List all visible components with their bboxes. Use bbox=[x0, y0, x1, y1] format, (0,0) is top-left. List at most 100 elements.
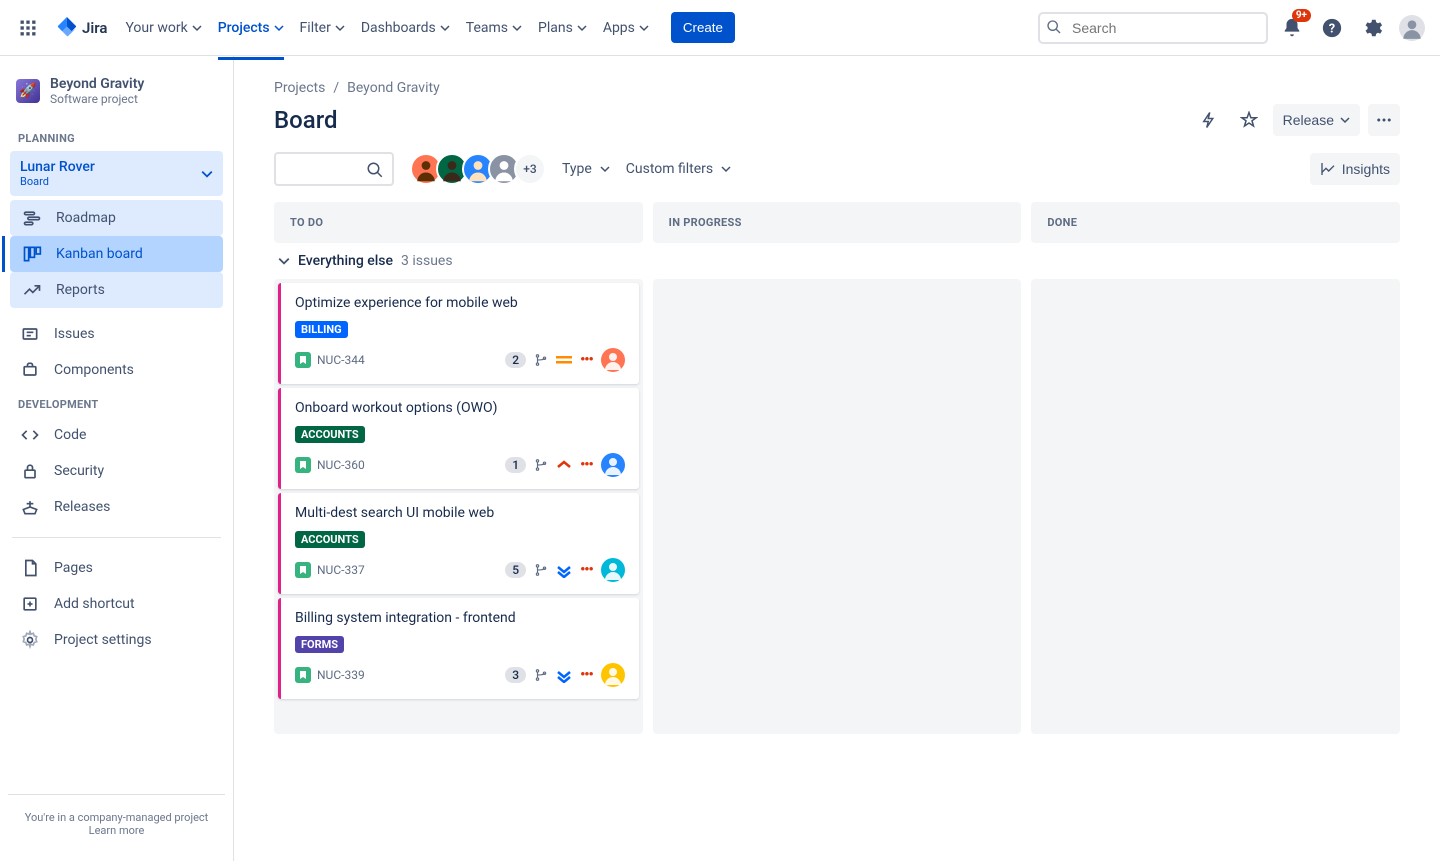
star-button[interactable] bbox=[1233, 104, 1265, 136]
nav-plans[interactable]: Plans bbox=[532, 12, 593, 44]
app-switcher[interactable] bbox=[12, 12, 44, 44]
issue-card[interactable]: Optimize experience for mobile web BILLI… bbox=[278, 283, 639, 384]
assignee-avatar bbox=[601, 663, 625, 687]
column-headers: TO DO IN PROGRESS DONE bbox=[274, 202, 1400, 243]
jira-logo[interactable]: Jira bbox=[48, 17, 115, 39]
board-body: Optimize experience for mobile web BILLI… bbox=[274, 279, 1400, 734]
sidebar-label: Pages bbox=[54, 560, 93, 576]
card-footer: NUC-360 1 ••• bbox=[295, 453, 625, 477]
board-selector[interactable]: Lunar Rover Board bbox=[10, 151, 223, 196]
card-right: 5 ••• bbox=[505, 558, 624, 582]
story-icon bbox=[295, 352, 311, 368]
sidebar: 🚀 Beyond Gravity Software project PLANNI… bbox=[0, 56, 234, 861]
learn-more-link[interactable]: Learn more bbox=[89, 824, 145, 837]
column-header-done: DONE bbox=[1031, 202, 1400, 243]
profile-button[interactable] bbox=[1396, 12, 1428, 44]
card-title: Billing system integration - frontend bbox=[295, 610, 625, 626]
sidebar-item-project-settings[interactable]: Project settings bbox=[8, 622, 225, 658]
sidebar-label: Security bbox=[54, 463, 104, 479]
help-button[interactable]: ? bbox=[1316, 12, 1348, 44]
nav-apps[interactable]: Apps bbox=[597, 12, 655, 44]
story-points: 1 bbox=[505, 457, 526, 473]
sidebar-item-pages[interactable]: Pages bbox=[8, 550, 225, 586]
sidebar-item-kanban[interactable]: Kanban board bbox=[10, 236, 223, 272]
assignee-avatar bbox=[601, 348, 625, 372]
issue-card[interactable]: Billing system integration - frontend FO… bbox=[278, 598, 639, 699]
chart-icon bbox=[1320, 161, 1336, 177]
nav-dashboards[interactable]: Dashboards bbox=[355, 12, 456, 44]
flagged-icon: ••• bbox=[580, 562, 593, 578]
story-icon bbox=[295, 562, 311, 578]
chevron-down-icon bbox=[512, 23, 522, 33]
sidebar-item-components[interactable]: Components bbox=[8, 352, 225, 388]
column-done[interactable] bbox=[1031, 279, 1400, 734]
swimlane-header[interactable]: Everything else 3 issues bbox=[274, 243, 1400, 279]
issue-card[interactable]: Multi-dest search UI mobile web ACCOUNTS… bbox=[278, 493, 639, 594]
breadcrumb-project[interactable]: Beyond Gravity bbox=[347, 80, 440, 96]
search-input[interactable] bbox=[1038, 12, 1268, 44]
jira-logo-icon bbox=[56, 17, 78, 39]
controls-row: +3 Type Custom filters Insights bbox=[274, 152, 1400, 186]
card-key: NUC-360 bbox=[295, 457, 365, 473]
sidebar-item-security[interactable]: Security bbox=[8, 453, 225, 489]
assignee-avatar bbox=[601, 558, 625, 582]
divider bbox=[12, 537, 221, 538]
nav-your-work[interactable]: Your work bbox=[119, 12, 207, 44]
sidebar-item-roadmap[interactable]: Roadmap bbox=[10, 200, 223, 236]
priority-icon bbox=[556, 562, 572, 578]
sidebar-label: Roadmap bbox=[56, 210, 116, 226]
branch-icon bbox=[534, 563, 548, 577]
more-avatars[interactable]: +3 bbox=[514, 153, 546, 185]
breadcrumb-projects[interactable]: Projects bbox=[274, 80, 325, 96]
issue-key: NUC-339 bbox=[317, 668, 365, 682]
chevron-down-icon bbox=[721, 164, 731, 174]
title-actions: Release bbox=[1193, 104, 1400, 136]
sidebar-item-reports[interactable]: Reports bbox=[10, 272, 223, 308]
sidebar-label: Code bbox=[54, 427, 86, 443]
project-header[interactable]: 🚀 Beyond Gravity Software project bbox=[8, 76, 225, 122]
sidebar-item-issues[interactable]: Issues bbox=[8, 316, 225, 352]
sidebar-label: Issues bbox=[54, 326, 95, 342]
star-icon bbox=[1240, 111, 1258, 129]
card-tag: ACCOUNTS bbox=[295, 426, 365, 443]
card-right: 2 ••• bbox=[505, 348, 624, 372]
branch-icon bbox=[534, 458, 548, 472]
chevron-down-icon bbox=[440, 23, 450, 33]
nav-projects[interactable]: Projects bbox=[212, 12, 290, 44]
nav-filter[interactable]: Filter bbox=[294, 12, 351, 44]
notifications-button[interactable]: 9+ bbox=[1276, 12, 1308, 44]
insights-button[interactable]: Insights bbox=[1310, 153, 1400, 185]
custom-filters[interactable]: Custom filters bbox=[626, 161, 731, 177]
story-points: 3 bbox=[505, 667, 526, 683]
column-header-todo: TO DO bbox=[274, 202, 643, 243]
controls-left: +3 Type Custom filters bbox=[274, 152, 731, 186]
avatar-icon bbox=[1399, 15, 1425, 41]
release-button[interactable]: Release bbox=[1273, 104, 1360, 136]
chevron-down-icon bbox=[639, 23, 649, 33]
column-inprogress[interactable] bbox=[653, 279, 1022, 734]
sidebar-label: Components bbox=[54, 362, 134, 378]
search-icon bbox=[366, 161, 384, 179]
sidebar-item-shortcut[interactable]: Add shortcut bbox=[8, 586, 225, 622]
sidebar-item-releases[interactable]: Releases bbox=[8, 489, 225, 525]
chevron-down-icon bbox=[201, 168, 213, 180]
settings-button[interactable] bbox=[1356, 12, 1388, 44]
more-actions-button[interactable] bbox=[1368, 104, 1400, 136]
create-button[interactable]: Create bbox=[671, 12, 735, 43]
card-title: Multi-dest search UI mobile web bbox=[295, 505, 625, 521]
board-search[interactable] bbox=[274, 152, 394, 186]
nav-teams[interactable]: Teams bbox=[460, 12, 528, 44]
sidebar-label: Project settings bbox=[54, 632, 152, 648]
grid-icon bbox=[18, 18, 38, 38]
automation-button[interactable] bbox=[1193, 104, 1225, 136]
flagged-icon: ••• bbox=[580, 457, 593, 473]
chevron-down-icon bbox=[192, 23, 202, 33]
sidebar-item-code[interactable]: Code bbox=[8, 417, 225, 453]
project-name: Beyond Gravity bbox=[50, 76, 144, 92]
column-todo[interactable]: Optimize experience for mobile web BILLI… bbox=[274, 279, 643, 734]
card-right: 3 ••• bbox=[505, 663, 624, 687]
search-icon bbox=[1046, 19, 1062, 35]
type-filter[interactable]: Type bbox=[562, 161, 610, 177]
main-content: Projects / Beyond Gravity Board Release bbox=[234, 56, 1440, 861]
issue-card[interactable]: Onboard workout options (OWO) ACCOUNTS N… bbox=[278, 388, 639, 489]
